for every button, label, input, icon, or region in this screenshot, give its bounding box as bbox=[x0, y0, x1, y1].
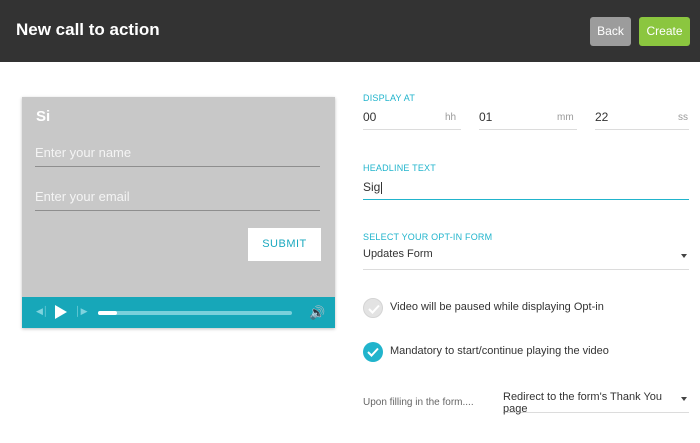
dropdown-arrow-icon bbox=[681, 254, 687, 258]
mandatory-play-text: Mandatory to start/continue playing the … bbox=[390, 345, 609, 357]
text-caret bbox=[381, 181, 383, 194]
volume-icon[interactable]: 🔊 bbox=[309, 305, 325, 321]
check-icon bbox=[367, 347, 379, 357]
skip-back-icon[interactable]: ◀│ bbox=[36, 306, 49, 317]
page-title: New call to action bbox=[16, 20, 160, 39]
hours-unit: hh bbox=[445, 112, 457, 123]
back-button[interactable]: Back bbox=[590, 17, 631, 46]
cta-preview: Si Enter your name Enter your email SUBM… bbox=[22, 97, 335, 328]
minutes-field[interactable]: 01 mm bbox=[479, 106, 577, 130]
minutes-value: 01 bbox=[479, 110, 493, 124]
pause-video-checkbox[interactable] bbox=[363, 298, 383, 318]
headline-text-label: HEADLINE TEXT bbox=[363, 163, 436, 173]
video-player-bar: ◀│ │▶ 🔊 bbox=[22, 297, 335, 328]
seconds-unit: ss bbox=[678, 112, 688, 123]
preview-name-field[interactable]: Enter your name bbox=[35, 143, 320, 167]
hours-value: 00 bbox=[363, 110, 377, 124]
preview-submit-button[interactable]: SUBMIT bbox=[248, 228, 321, 261]
upon-filling-label: Upon filling in the form.... bbox=[363, 397, 474, 408]
upon-filling-select[interactable]: Redirect to the form's Thank You page bbox=[503, 391, 689, 415]
skip-forward-icon[interactable]: │▶ bbox=[75, 306, 88, 317]
preview-email-field[interactable]: Enter your email bbox=[35, 187, 320, 211]
progress-track[interactable] bbox=[98, 311, 292, 315]
optin-form-select[interactable]: Updates Form bbox=[363, 248, 689, 270]
check-icon bbox=[368, 304, 380, 314]
dropdown-arrow-icon bbox=[681, 397, 687, 401]
minutes-unit: mm bbox=[557, 112, 574, 123]
create-button[interactable]: Create bbox=[639, 17, 690, 46]
hours-field[interactable]: 00 hh bbox=[363, 106, 461, 130]
headline-text-input[interactable]: Sig bbox=[363, 176, 689, 200]
mandatory-play-checkbox[interactable] bbox=[363, 342, 383, 362]
top-bar: New call to action Back Create bbox=[0, 0, 700, 62]
seconds-field[interactable]: 22 ss bbox=[595, 106, 689, 130]
optin-form-value: Updates Form bbox=[363, 248, 433, 260]
progress-fill bbox=[98, 311, 118, 315]
display-at-label: DISPLAY AT bbox=[363, 93, 416, 103]
upon-filling-value: Redirect to the form's Thank You page bbox=[503, 391, 663, 415]
preview-headline: Si bbox=[36, 108, 51, 125]
play-icon[interactable] bbox=[55, 305, 67, 319]
headline-text-value: Sig bbox=[363, 180, 381, 194]
optin-form-label: SELECT YOUR OPT-IN FORM bbox=[363, 232, 493, 242]
pause-video-text: Video will be paused while displaying Op… bbox=[390, 301, 604, 313]
seconds-value: 22 bbox=[595, 110, 609, 124]
